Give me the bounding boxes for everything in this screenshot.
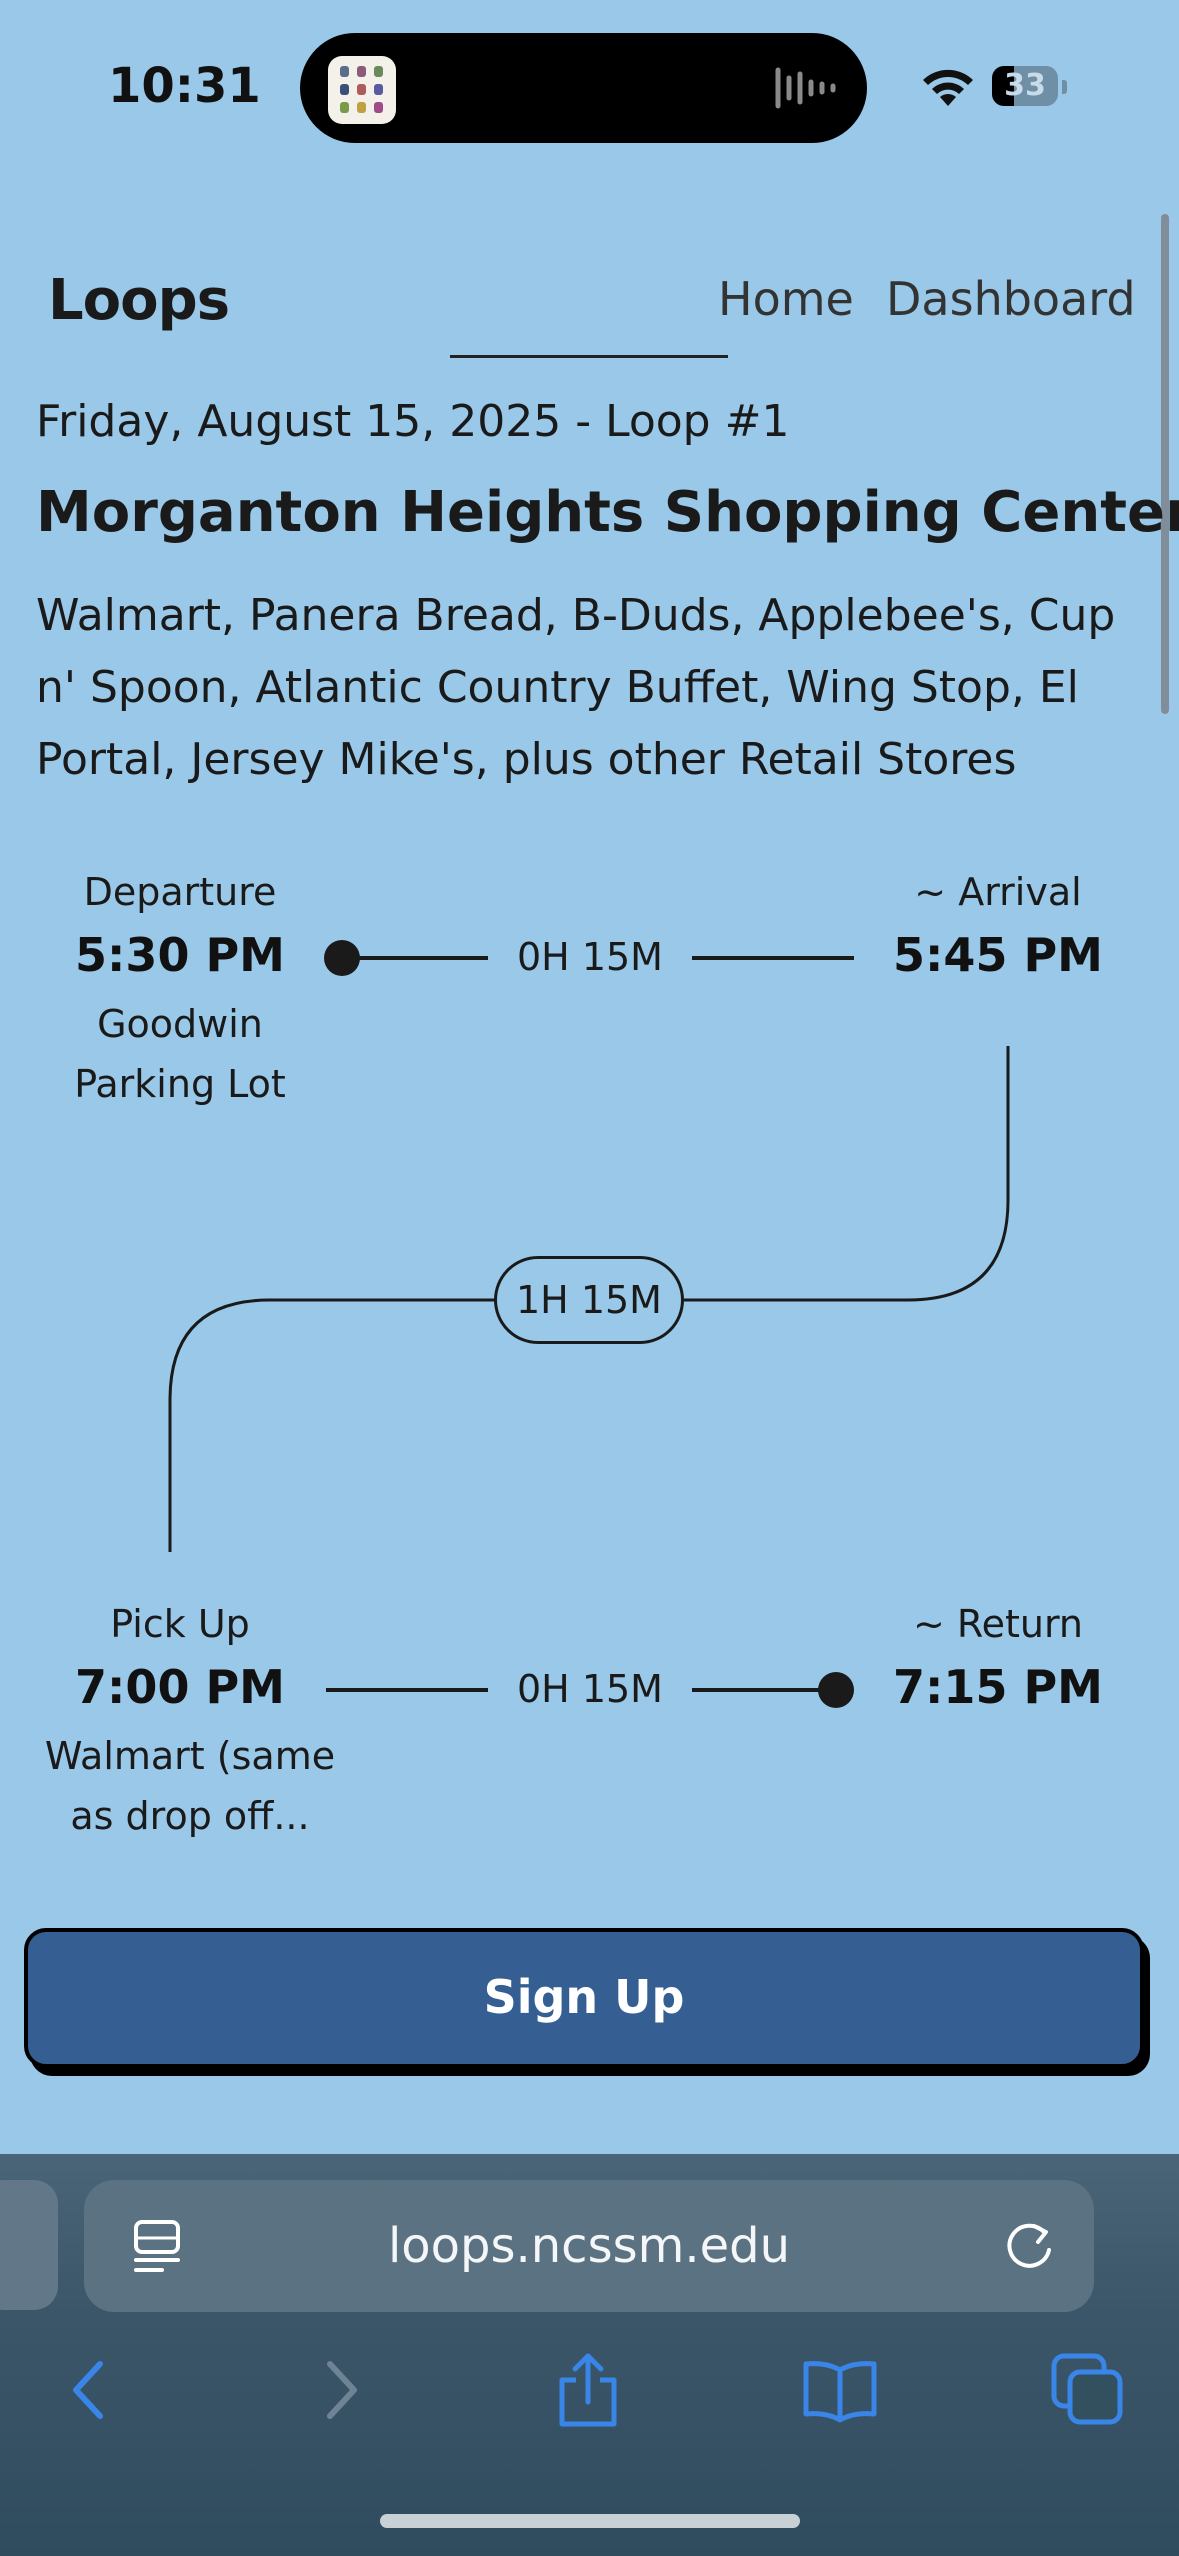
arrival-label: ~ Arrival [914, 870, 1082, 914]
timeline-segment [692, 956, 854, 960]
arrival-time: 5:45 PM [893, 928, 1103, 982]
trip-title: Morganton Heights Shopping Center [36, 480, 1179, 545]
loops-logo[interactable]: Loops [48, 268, 230, 333]
timeline-segment [692, 1688, 832, 1692]
pickup-label: Pick Up [110, 1602, 250, 1646]
timeline-segment [326, 1688, 488, 1692]
page-scrollbar[interactable] [1161, 214, 1169, 714]
return-dot [818, 1672, 854, 1708]
reader-mode-icon[interactable] [132, 2218, 182, 2274]
battery-icon: 33 [992, 66, 1058, 106]
stay-duration-badge: 1H 15M [494, 1256, 684, 1344]
return-time: 7:15 PM [893, 1660, 1103, 1714]
reload-icon[interactable] [1000, 2218, 1058, 2276]
audio-waveform-icon [775, 67, 836, 109]
trip-date-loop: Friday, August 15, 2025 - Loop #1 [36, 396, 790, 447]
home-indicator[interactable] [380, 2514, 800, 2528]
departure-time: 5:30 PM [75, 928, 285, 982]
sign-up-button[interactable]: Sign Up [24, 1928, 1144, 2068]
trip-stores: Walmart, Panera Bread, B-Duds, Applebee'… [36, 590, 1116, 785]
url-text[interactable]: loops.ncssm.edu [84, 2180, 1094, 2312]
return-duration: 0H 15M [517, 1667, 663, 1711]
timeline-segment [340, 956, 488, 960]
battery-percent: 33 [1004, 68, 1046, 103]
outbound-duration: 0H 15M [517, 935, 663, 979]
pickup-time: 7:00 PM [75, 1660, 285, 1714]
forward-icon[interactable] [300, 2350, 380, 2430]
nav-active-indicator [450, 355, 728, 358]
nav-home-link[interactable]: Home [718, 272, 854, 326]
battery-cap [1062, 80, 1067, 94]
bookmarks-icon[interactable] [800, 2350, 880, 2430]
departure-place: Parking Lot [74, 1062, 286, 1106]
app-activity-icon [328, 56, 396, 124]
pickup-place: as drop off... [70, 1794, 310, 1838]
previous-tab-peek[interactable] [0, 2180, 58, 2310]
wifi-icon [923, 69, 973, 106]
departure-label: Departure [83, 870, 277, 914]
back-icon[interactable] [48, 2350, 128, 2430]
status-time: 10:31 [108, 58, 261, 114]
departure-place: Goodwin [97, 1002, 263, 1046]
pickup-place: Walmart (same [44, 1734, 336, 1778]
return-label: ~ Return [912, 1602, 1084, 1646]
share-icon[interactable] [548, 2350, 628, 2430]
nav-dashboard-link[interactable]: Dashboard [886, 272, 1136, 326]
tabs-icon[interactable] [1048, 2350, 1128, 2430]
